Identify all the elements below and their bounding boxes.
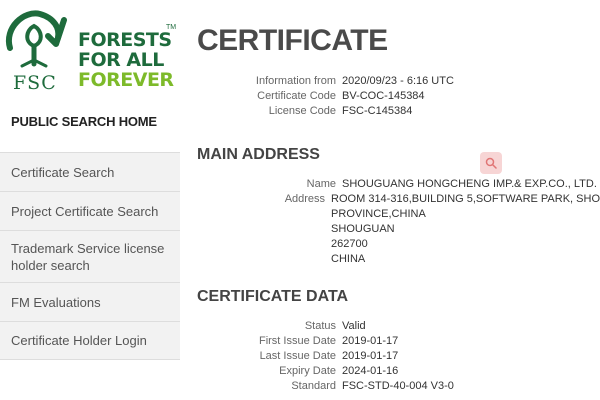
standard-label: Standard	[291, 380, 336, 392]
license-code-label: License Code	[268, 105, 336, 117]
address-label: Address	[284, 193, 326, 205]
fsc-wordmark: FSC	[13, 72, 57, 94]
certificate-info: Information from 2020/09/23 - 6:16 UTC C…	[197, 74, 600, 119]
last-issue-value: 2019-01-17	[342, 350, 399, 362]
info-row: Information from 2020/09/23 - 6:16 UTC	[197, 74, 600, 89]
info-from-label: Information from	[255, 75, 336, 87]
data-row: Expiry Date 2024-01-16	[197, 364, 600, 379]
tree-check-icon	[5, 10, 67, 68]
address-line: ROOM 314-316,BUILDING 5,SOFTWARE PARK, S…	[331, 193, 600, 205]
sidebar-item-label: Certificate Search	[11, 164, 115, 180]
status-label: Status	[304, 320, 336, 332]
info-row: Certificate Code BV-COC-145384	[197, 89, 600, 104]
address-line: SHOUGUAN	[331, 223, 395, 235]
sidebar-item-label: Trademark Service license holder search	[11, 240, 165, 273]
sidebar-item-certificate-holder-login[interactable]: Certificate Holder Login	[0, 321, 180, 360]
sidebar-item-project-certificate-search[interactable]: Project Certificate Search	[0, 191, 180, 230]
main-address-block: Name SHOUGUANG HONGCHENG IMP.& EXP.CO., …	[197, 177, 600, 267]
data-row: First Issue Date 2019-01-17	[197, 334, 600, 349]
first-issue-label: First Issue Date	[258, 335, 336, 347]
data-row: Standard FSC-STD-40-004 V3-0	[197, 379, 600, 394]
info-row: License Code FSC-C145384	[197, 104, 600, 119]
sidebar: FSC FORESTS FOR ALL FOREVER TM PUBLIC SE…	[0, 0, 180, 400]
address-line: 262700	[331, 238, 368, 250]
certificate-data-block: Status Valid First Issue Date 2019-01-17…	[197, 319, 600, 394]
address-line: PROVINCE,CHINA	[331, 208, 426, 220]
page-title: CERTIFICATE	[197, 24, 388, 57]
sidebar-item-label: Project Certificate Search	[11, 203, 159, 219]
main-address-heading: MAIN ADDRESS	[197, 146, 320, 163]
name-label: Name	[306, 178, 336, 190]
address-row: Name SHOUGUANG HONGCHENG IMP.& EXP.CO., …	[197, 177, 600, 192]
trademark-mark: TM	[166, 24, 177, 31]
sidebar-item-label: Certificate Holder Login	[11, 333, 147, 348]
search-button[interactable]	[480, 152, 502, 174]
data-row: Status Valid	[197, 319, 600, 334]
brand-slogan: FORESTS FOR ALL FOREVER	[78, 30, 174, 90]
certificate-data-heading: CERTIFICATE DATA	[197, 288, 349, 305]
slogan-line-3: FOREVER	[78, 69, 174, 91]
address-row: Address ROOM 314-316,BUILDING 5,SOFTWARE…	[197, 192, 600, 267]
main-content: CERTIFICATE Information from 2020/09/23 …	[197, 0, 600, 400]
address-value: ROOM 314-316,BUILDING 5,SOFTWARE PARK, S…	[331, 192, 600, 267]
expiry-value: 2024-01-16	[342, 365, 399, 377]
address-line: CHINA	[331, 253, 366, 265]
status-value: Valid	[342, 320, 366, 332]
certificate-code-label: Certificate Code	[257, 90, 336, 102]
last-issue-label: Last Issue Date	[259, 350, 336, 362]
standard-value: FSC-STD-40-004 V3-0	[342, 380, 454, 392]
data-row: Last Issue Date 2019-01-17	[197, 349, 600, 364]
fsc-logo[interactable]: FSC FORESTS FOR ALL FOREVER TM	[4, 8, 180, 94]
sidebar-item-fm-evaluations[interactable]: FM Evaluations	[0, 282, 180, 321]
slogan-line-2: FOR ALL	[78, 49, 164, 71]
search-icon	[485, 157, 497, 169]
name-value: SHOUGUANG HONGCHENG IMP.& EXP.CO., LTD.	[342, 178, 597, 190]
sidebar-menu: Certificate Search Project Certificate S…	[0, 152, 180, 360]
certificate-code-value: BV-COC-145384	[342, 90, 425, 102]
expiry-label: Expiry Date	[279, 365, 336, 377]
info-from-value: 2020/09/23 - 6:16 UTC	[342, 75, 454, 87]
sidebar-item-certificate-search[interactable]: Certificate Search	[0, 152, 180, 191]
license-code-value: FSC-C145384	[342, 105, 413, 117]
first-issue-value: 2019-01-17	[342, 335, 399, 347]
sidebar-item-trademark-service-search[interactable]: Trademark Service license holder search	[0, 230, 180, 282]
sidebar-item-label: FM Evaluations	[11, 294, 101, 310]
slogan-line-1: FORESTS	[78, 29, 172, 51]
public-search-home-link[interactable]: PUBLIC SEARCH HOME	[11, 114, 157, 129]
